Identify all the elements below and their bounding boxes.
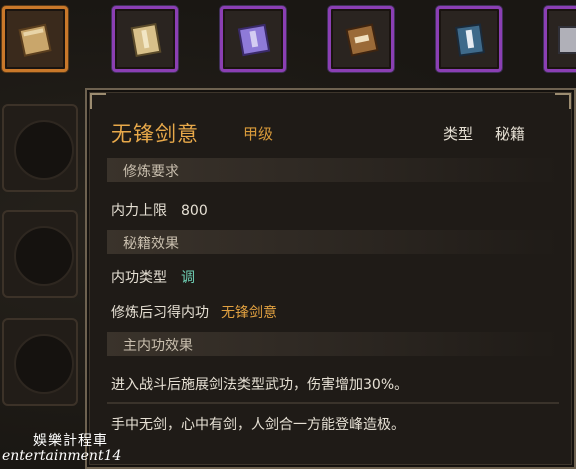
skill-grade: 甲级 [243,125,274,143]
slot-ring [14,226,74,286]
main-effect-header: 主内功效果 [107,332,559,356]
panel-corner [90,93,106,109]
skill-name: 无锋剑意 [111,122,199,146]
skill-slot-4[interactable] [328,6,394,72]
inner-type-label: 内功类型 [111,270,167,286]
panel-corner [555,93,571,109]
blue-book-icon [455,23,485,57]
inner-type-value: 调 [181,270,195,286]
max-neili-row: 内力上限 800 [111,200,208,220]
purple-book-icon [237,23,271,57]
tan-book-icon [18,23,52,57]
max-neili-label: 内力上限 [111,203,167,219]
learned-label: 修炼后习得内功 [111,305,209,321]
type-value: 秘籍 [495,125,526,143]
flavor-text: 手中无剑，心中有剑，人剑合一方能登峰造极。 [111,417,405,433]
requirements-header: 修炼要求 [107,158,559,182]
skill-slot-3[interactable] [220,6,286,72]
slot-ring [14,120,74,180]
book-icon [558,26,576,54]
watermark-logo-text: 娛樂計程車 [33,433,108,449]
effect-header: 秘籍效果 [107,230,559,254]
inner-type-row: 内功类型调 [111,267,195,287]
equip-slot-1[interactable] [2,104,78,192]
brown-book-icon [345,23,379,57]
tan-book-icon [130,22,162,58]
main-effect-text: 进入战斗后施展剑法类型武功，伤害增加30%。 [111,377,409,393]
slot-ring [14,334,74,394]
skill-tooltip: 无锋剑意 甲级 类型 秘籍 修炼要求 内力上限 800 秘籍效果 内功类型调 修炼… [85,88,576,469]
skill-slot-6[interactable] [544,6,576,72]
skill-slot-1[interactable] [2,6,68,72]
learned-row: 修炼后习得内功 无锋剑意 [111,302,277,322]
max-neili-value: 800 [181,203,208,219]
skill-slot-2[interactable] [112,6,178,72]
skill-slot-5[interactable] [436,6,502,72]
watermark-url-text: entertainment14 [2,448,122,464]
equip-slot-2[interactable] [2,210,78,298]
type-label: 类型 [443,125,474,143]
equip-slot-3[interactable] [2,318,78,406]
divider [107,402,559,404]
learned-value: 无锋剑意 [221,305,277,321]
